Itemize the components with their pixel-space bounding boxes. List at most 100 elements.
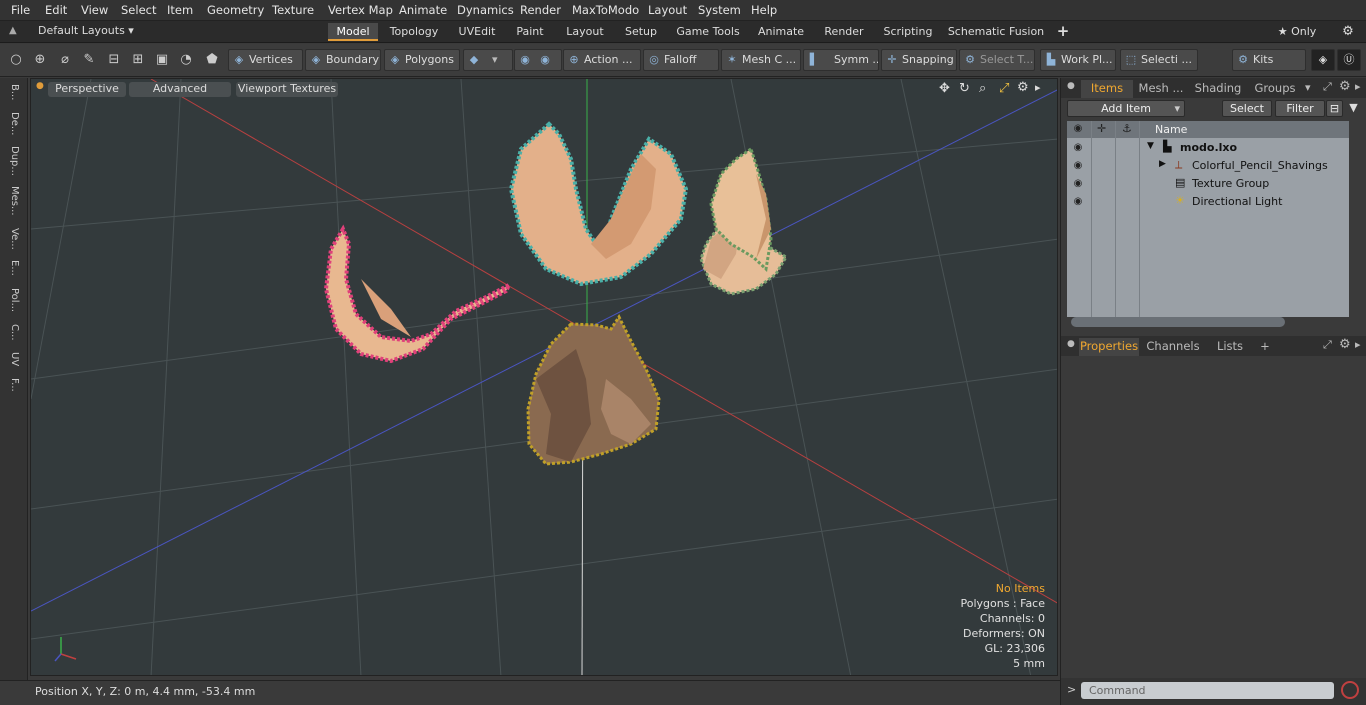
only-toggle[interactable]: ★ Only — [1266, 23, 1328, 41]
menu-item[interactable]: Item — [167, 3, 193, 17]
select-through-button[interactable]: ⚙ Select T... — [959, 49, 1035, 71]
menu-edit[interactable]: Edit — [45, 3, 67, 17]
tab-lists[interactable]: Lists — [1207, 338, 1253, 356]
mesh-constraints-button[interactable]: ✶ Mesh C ... — [721, 49, 801, 71]
vertices-button[interactable]: ◈ Vertices — [228, 49, 303, 71]
record-icon[interactable] — [1341, 681, 1359, 699]
item-mode-button[interactable]: ◆ ▾ — [463, 49, 513, 71]
tab-properties[interactable]: Properties — [1079, 338, 1139, 356]
panel-menu-icon[interactable]: ● — [1067, 81, 1075, 91]
menu-animate[interactable]: Animate — [399, 3, 447, 17]
unreal-icon[interactable]: Ⓤ — [1337, 49, 1361, 71]
default-layouts-dropdown[interactable]: Default Layouts ▾ — [38, 24, 134, 37]
properties-arrow-icon[interactable]: ▸ — [1355, 338, 1361, 351]
command-input[interactable]: Command — [1081, 682, 1334, 699]
pan-icon[interactable]: ✥ — [939, 81, 950, 96]
panel-arrow-icon[interactable]: ▸ — [1355, 80, 1361, 93]
select-button[interactable]: Select — [1222, 100, 1272, 117]
tab-uvedit[interactable]: UVEdit — [452, 23, 502, 41]
tab-layout[interactable]: Layout — [560, 23, 610, 41]
left-tab-polygon[interactable]: Pol... — [6, 288, 20, 312]
left-tab-deform[interactable]: De... — [6, 112, 20, 135]
visibility-eye-icon[interactable]: ◉ — [1071, 177, 1085, 191]
filter-funnel-icon[interactable]: ▼ — [1345, 100, 1362, 117]
menu-vertex-map[interactable]: Vertex Map — [328, 3, 393, 17]
align-icon[interactable]: ⊟ — [104, 50, 124, 70]
tab-setup[interactable]: Setup — [618, 23, 664, 41]
tab-shading[interactable]: Shading — [1189, 80, 1247, 98]
materials-button[interactable]: ◉ ◉ — [514, 49, 562, 71]
tab-scripting[interactable]: Scripting — [878, 23, 938, 41]
menu-file[interactable]: File — [11, 3, 30, 17]
menu-help[interactable]: Help — [751, 3, 777, 17]
tab-channels[interactable]: Channels — [1143, 338, 1203, 356]
tree-item-scene[interactable]: ◉ ▼ ▙ modo.lxo — [1067, 139, 1349, 157]
left-tab-uv[interactable]: UV — [6, 352, 20, 366]
snapping-button[interactable]: ✛ Snapping — [881, 49, 957, 71]
tab-mesh[interactable]: Mesh ... — [1135, 80, 1187, 98]
falloff-button[interactable]: ◎ Falloff — [643, 49, 719, 71]
tab-model[interactable]: Model — [328, 23, 378, 41]
tab-render[interactable]: Render — [818, 23, 870, 41]
advanced-button[interactable]: Advanced — [129, 82, 231, 97]
tab-paint[interactable]: Paint — [510, 23, 550, 41]
menu-texture[interactable]: Texture — [272, 3, 314, 17]
left-tab-mesh-edit[interactable]: Mes... — [6, 186, 20, 216]
add-panel-tab-button[interactable]: + — [1257, 338, 1273, 356]
left-tab-basic[interactable]: B... — [6, 84, 20, 100]
tree-item-mesh[interactable]: ◉ ▶ ⟂ Colorful_Pencil_Shavings — [1067, 157, 1349, 175]
menu-select[interactable]: Select — [121, 3, 156, 17]
timer-icon[interactable]: ◔ — [176, 50, 196, 70]
menu-system[interactable]: System — [698, 3, 741, 17]
expand-arrow-icon[interactable]: ▼ — [1147, 141, 1154, 151]
left-tab-duplicate[interactable]: Dup... — [6, 146, 20, 176]
panel-gear-icon[interactable]: ⚙ — [1339, 79, 1351, 94]
left-tab-fusion[interactable]: F... — [6, 378, 20, 392]
tree-item-directional-light[interactable]: ◉ ☀ Directional Light — [1067, 193, 1349, 211]
tab-game-tools[interactable]: Game Tools — [672, 23, 744, 41]
tab-items[interactable]: Items — [1081, 80, 1133, 98]
work-plane-button[interactable]: ▙ Work Pl... — [1040, 49, 1116, 71]
3d-viewport[interactable]: ● Perspective Advanced Viewport Textures… — [30, 78, 1058, 676]
tree-item-texture-group[interactable]: ◉ ▤ Texture Group — [1067, 175, 1349, 193]
action-center-button[interactable]: ⊕ Action ... — [563, 49, 641, 71]
menu-dynamics[interactable]: Dynamics — [457, 3, 514, 17]
tab-animate[interactable]: Animate — [752, 23, 810, 41]
properties-menu-icon[interactable]: ● — [1067, 339, 1075, 349]
viewport-menu-icon[interactable]: ● — [36, 81, 44, 91]
unity-icon[interactable]: ◈ — [1311, 49, 1335, 71]
circle-select-icon[interactable]: ○ — [6, 50, 26, 70]
properties-gear-icon[interactable]: ⚙ — [1339, 337, 1351, 352]
left-tab-vertex[interactable]: Ve... — [6, 228, 20, 250]
viewport-expand-icon[interactable]: ▸ — [1035, 81, 1041, 94]
panel-expand-icon[interactable]: ⤢ — [1323, 80, 1332, 94]
tab-schematic-fusion[interactable]: Schematic Fusion — [946, 23, 1046, 41]
menu-geometry[interactable]: Geometry — [207, 3, 264, 17]
horizontal-scrollbar[interactable] — [1071, 317, 1285, 327]
add-item-button[interactable]: Add Item ▾ — [1067, 100, 1185, 117]
center-icon[interactable]: ⊞ — [128, 50, 148, 70]
rotate-icon[interactable]: ↻ — [959, 81, 970, 96]
brush-icon[interactable]: ✎ — [79, 50, 99, 70]
visibility-eye-icon[interactable]: ◉ — [1071, 141, 1085, 155]
zoom-icon[interactable]: ⌕ — [979, 81, 986, 96]
expand-arrow-icon[interactable]: ▶ — [1159, 159, 1166, 169]
perspective-button[interactable]: Perspective — [48, 82, 126, 97]
selection-sets-button[interactable]: ⬚ Selecti ... — [1120, 49, 1198, 71]
maximize-icon[interactable]: ⤢ — [999, 81, 1009, 96]
menu-view[interactable]: View — [81, 3, 108, 17]
tab-topology[interactable]: Topology — [383, 23, 445, 41]
add-tab-button[interactable]: + — [1052, 23, 1074, 41]
tab-groups[interactable]: Groups — [1249, 80, 1301, 98]
tabs-dropdown-icon[interactable]: ▾ — [1305, 81, 1311, 94]
viewport-textures-button[interactable]: Viewport Textures — [236, 82, 338, 97]
lasso-icon[interactable]: ⌀ — [55, 50, 75, 70]
menu-maxtomodo[interactable]: MaxToModo — [572, 3, 639, 17]
polygons-button[interactable]: ◈ Polygons — [384, 49, 460, 71]
kits-button[interactable]: ⚙ Kits — [1232, 49, 1306, 71]
visibility-eye-icon[interactable]: ◉ — [1071, 195, 1085, 209]
layout-up-icon[interactable]: ▲ — [9, 25, 17, 36]
filter-button[interactable]: Filter — [1275, 100, 1325, 117]
shield-icon[interactable]: ⬟ — [202, 50, 222, 70]
box-select-icon[interactable]: ▣ — [152, 50, 172, 70]
